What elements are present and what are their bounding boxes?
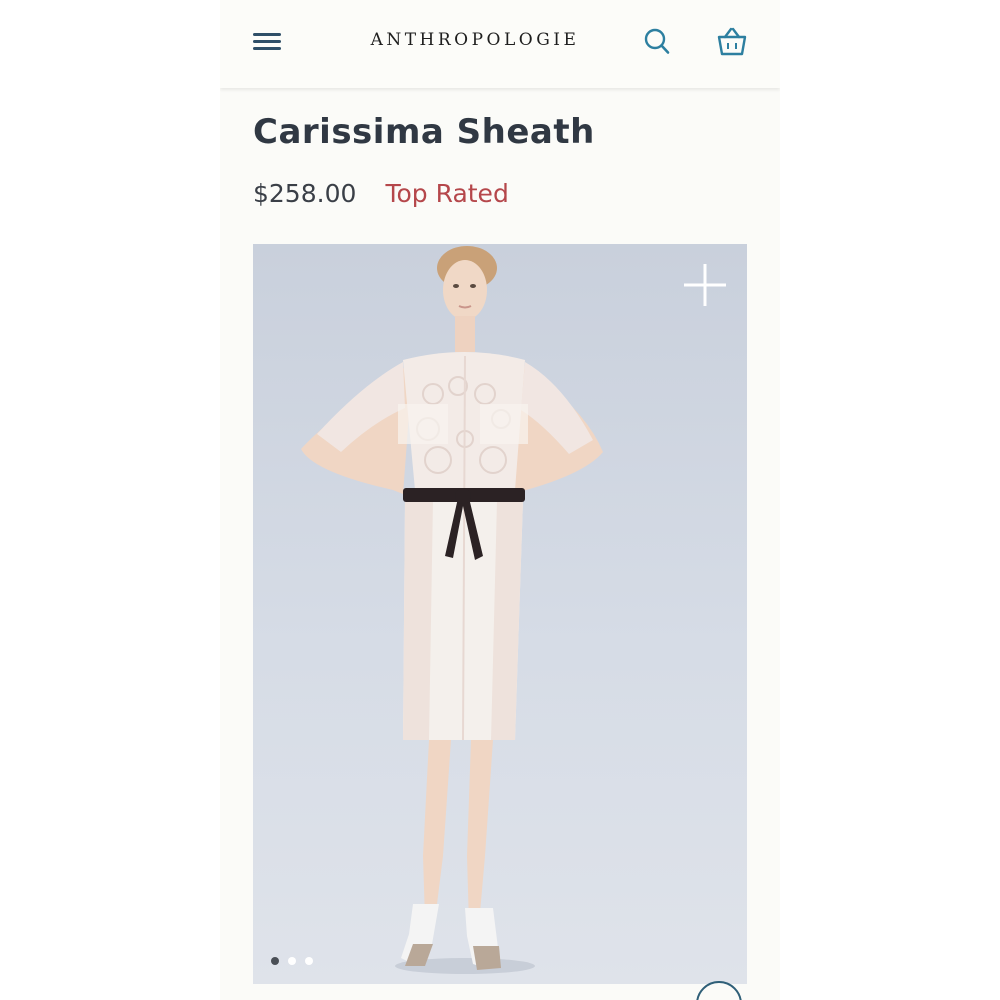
hamburger-menu-icon[interactable] (251, 28, 283, 56)
carousel-dot-3[interactable] (305, 957, 313, 965)
product-image-carousel[interactable] (253, 244, 747, 984)
top-rated-badge[interactable]: Top Rated (385, 179, 508, 208)
search-icon[interactable] (640, 24, 676, 60)
product-title: Carissima Sheath (253, 112, 595, 152)
zoom-plus-icon[interactable] (681, 261, 729, 309)
mobile-page: ANTHROPOLOGIE Carissima Sheath $258.00 T… (220, 0, 780, 1000)
price-row: $258.00 Top Rated (253, 179, 509, 213)
carousel-pagination (267, 954, 327, 966)
carousel-dot-1[interactable] (271, 957, 279, 965)
shopping-bag-icon[interactable] (714, 24, 750, 60)
carousel-dot-2[interactable] (288, 957, 296, 965)
product-price: $258.00 (253, 179, 357, 208)
brand-logo[interactable]: ANTHROPOLOGIE (330, 30, 620, 50)
top-navigation-bar: ANTHROPOLOGIE (220, 0, 780, 88)
product-photo (301, 246, 603, 974)
